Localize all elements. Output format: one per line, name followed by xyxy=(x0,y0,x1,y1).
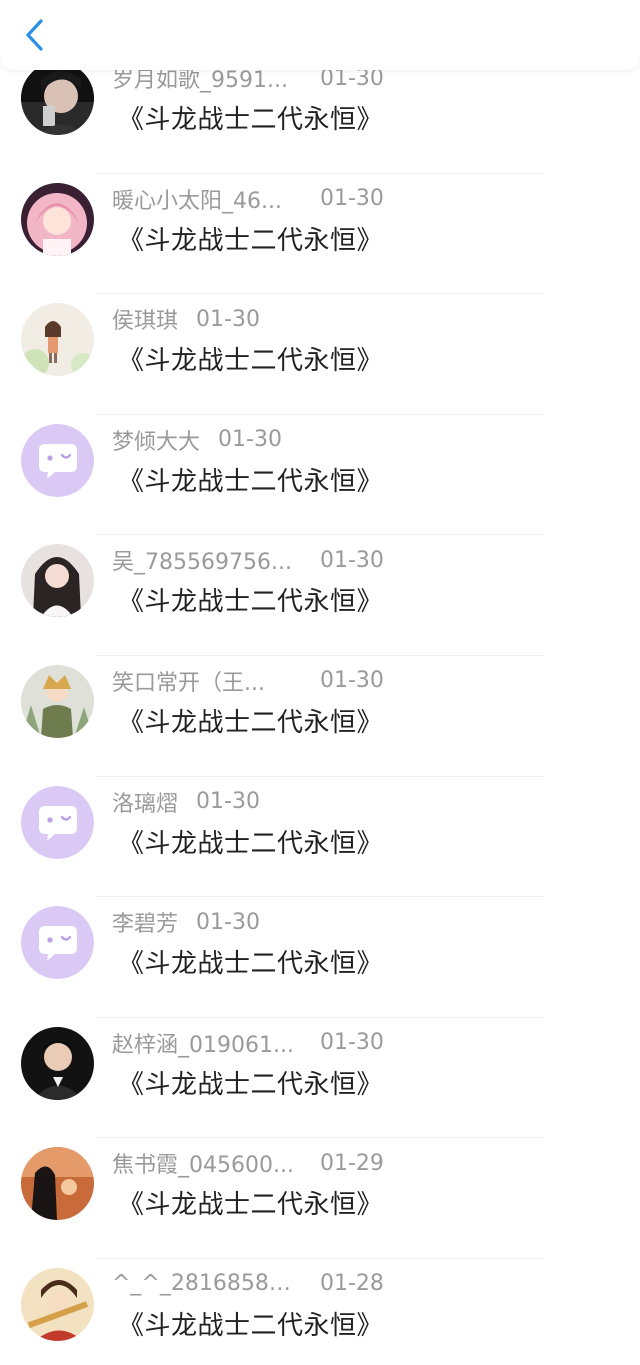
list-item[interactable]: 焦书霞_045600... 01-29 《斗龙战士二代永恒》 xyxy=(0,1138,640,1259)
user-name[interactable]: 洛璃熠 xyxy=(112,786,178,818)
item-date: 01-30 xyxy=(320,547,384,573)
back-button[interactable] xyxy=(18,18,52,52)
item-date: 01-30 xyxy=(320,1030,384,1056)
user-name[interactable]: 暖心小太阳_46... xyxy=(112,183,302,215)
list-item[interactable]: 侯琪琪 01-30 《斗龙战士二代永恒》 xyxy=(0,294,640,415)
list-item[interactable]: 笑口常开（王... 01-30 《斗龙战士二代永恒》 xyxy=(0,656,640,777)
avatar[interactable] xyxy=(21,1147,94,1221)
avatar[interactable] xyxy=(21,423,94,497)
default-chat-avatar-icon xyxy=(21,906,94,980)
list-item[interactable]: ^_^_28168586... 01-28 《斗龙战士二代永恒》 xyxy=(0,1259,640,1365)
item-title[interactable]: 《斗龙战士二代永恒》 xyxy=(118,461,383,498)
item-date: 01-30 xyxy=(320,186,384,212)
item-title[interactable]: 《斗龙战士二代永恒》 xyxy=(118,1064,383,1101)
user-name[interactable]: 李碧芳 xyxy=(112,906,178,938)
avatar[interactable] xyxy=(21,906,94,980)
item-meta: 笑口常开（王... 01-30 xyxy=(112,666,384,696)
list-item[interactable]: 梦倾大大 01-30 《斗龙战士二代永恒》 xyxy=(0,415,640,536)
item-title[interactable]: 《斗龙战士二代永恒》 xyxy=(118,99,383,136)
avatar[interactable] xyxy=(21,1026,94,1100)
item-date: 01-28 xyxy=(320,1271,384,1297)
user-name[interactable]: 吴_785569756... xyxy=(112,544,302,576)
user-name[interactable]: 赵梓涵_019061... xyxy=(112,1027,302,1059)
avatar[interactable] xyxy=(21,664,94,738)
user-name[interactable]: 侯琪琪 xyxy=(112,303,178,335)
avatar[interactable] xyxy=(21,785,94,859)
item-meta: 洛璃熠 01-30 xyxy=(112,787,260,817)
item-meta: 梦倾大大 01-30 xyxy=(112,425,282,455)
list-item[interactable]: 岁月如歌_9591... 01-30 《斗龙战士二代永恒》 xyxy=(0,53,640,174)
item-meta: 赵梓涵_019061... 01-30 xyxy=(112,1028,384,1058)
item-title[interactable]: 《斗龙战士二代永恒》 xyxy=(118,220,383,257)
item-meta: 暖心小太阳_46... 01-30 xyxy=(112,184,384,214)
item-date: 01-30 xyxy=(196,789,260,815)
item-title[interactable]: 《斗龙战士二代永恒》 xyxy=(118,702,383,739)
item-date: 01-30 xyxy=(196,909,260,935)
item-date: 01-30 xyxy=(196,306,260,332)
avatar[interactable] xyxy=(21,1267,94,1341)
list-item[interactable]: 暖心小太阳_46... 01-30 《斗龙战士二代永恒》 xyxy=(0,174,640,295)
item-meta: ^_^_28168586... 01-28 xyxy=(112,1269,384,1299)
user-name[interactable]: 焦书霞_045600... xyxy=(112,1147,302,1179)
item-meta: 李碧芳 01-30 xyxy=(112,906,260,938)
comment-list-page: 岁月如歌_9591... 01-30 《斗龙战士二代永恒》 暖心小太阳_46..… xyxy=(0,0,640,1365)
list-item[interactable]: 赵梓涵_019061... 01-30 《斗龙战士二代永恒》 xyxy=(0,1018,640,1139)
user-name[interactable]: 笑口常开（王... xyxy=(112,665,302,697)
user-name[interactable]: ^_^_28168586... xyxy=(112,1271,302,1296)
item-title[interactable]: 《斗龙战士二代永恒》 xyxy=(118,943,383,980)
avatar[interactable] xyxy=(21,62,94,135)
comment-list: 岁月如歌_9591... 01-30 《斗龙战士二代永恒》 暖心小太阳_46..… xyxy=(0,60,640,1365)
list-item[interactable]: 洛璃熠 01-30 《斗龙战士二代永恒》 xyxy=(0,777,640,898)
item-date: 01-29 xyxy=(320,1150,384,1176)
item-date: 01-30 xyxy=(320,668,384,694)
item-title[interactable]: 《斗龙战士二代永恒》 xyxy=(118,581,383,618)
avatar[interactable] xyxy=(21,544,94,618)
item-meta: 焦书霞_045600... 01-29 xyxy=(112,1147,384,1179)
item-meta: 侯琪琪 01-30 xyxy=(112,303,260,335)
item-title[interactable]: 《斗龙战士二代永恒》 xyxy=(118,340,383,377)
avatar[interactable] xyxy=(21,182,94,256)
avatar[interactable] xyxy=(21,303,94,377)
item-meta: 吴_785569756... 01-30 xyxy=(112,544,384,576)
chevron-left-icon xyxy=(26,19,43,51)
item-title[interactable]: 《斗龙战士二代永恒》 xyxy=(118,823,383,860)
item-date: 01-30 xyxy=(218,427,282,453)
top-bar xyxy=(0,0,640,70)
default-chat-avatar-icon xyxy=(21,423,94,497)
item-title[interactable]: 《斗龙战士二代永恒》 xyxy=(118,1184,383,1221)
user-name[interactable]: 梦倾大大 xyxy=(112,424,200,456)
list-item[interactable]: 吴_785569756... 01-30 《斗龙战士二代永恒》 xyxy=(0,535,640,656)
default-chat-avatar-icon xyxy=(21,785,94,859)
item-title[interactable]: 《斗龙战士二代永恒》 xyxy=(118,1305,383,1342)
list-item[interactable]: 李碧芳 01-30 《斗龙战士二代永恒》 xyxy=(0,897,640,1018)
